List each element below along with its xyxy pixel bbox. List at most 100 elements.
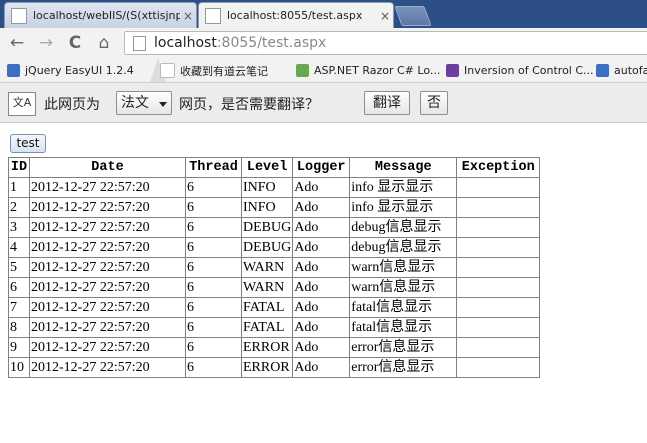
new-tab-button[interactable] (394, 6, 432, 26)
cell-level: DEBUG (240, 217, 294, 238)
table-row: 4 2012-12-27 22:57:20 6 DEBUG Ado debug信息显示 (8, 237, 541, 258)
bookmark-inversion-of-control[interactable]: Inversion of Control C... (446, 62, 594, 79)
test-button[interactable]: test (10, 134, 46, 153)
bookmark-autofac[interactable]: autofa (596, 62, 647, 79)
address-bar[interactable]: localhost:8055/test.aspx (124, 31, 647, 55)
cell-thread: 6 (185, 357, 242, 378)
cell-message: fatal信息显示 (349, 317, 458, 338)
cell-thread: 6 (185, 217, 242, 238)
cell-logger: Ado (292, 197, 351, 218)
tab-title: localhost:8055/test.aspx (227, 9, 363, 22)
cell-id: 7 (8, 297, 30, 318)
cell-logger: Ado (292, 337, 351, 358)
column-header-message: Message (349, 157, 458, 178)
bookmark-icon (7, 64, 20, 77)
cell-id: 8 (8, 317, 30, 338)
cell-level: INFO (240, 197, 294, 218)
cell-date: 2012-12-27 22:57:20 (29, 297, 186, 318)
translate-suffix-text: 网页，是否需要翻译？ (179, 97, 319, 113)
table-row: 2 2012-12-27 22:57:20 6 INFO Ado info 显示显示 (8, 197, 541, 218)
cell-thread: 6 (185, 337, 242, 358)
bookmark-jquery-easyui[interactable]: jQuery EasyUI 1.2.4 (7, 62, 134, 79)
cell-exception (456, 277, 541, 298)
cell-message: debug信息显示 (349, 217, 458, 238)
cell-date: 2012-12-27 22:57:20 (29, 337, 186, 358)
cell-logger: Ado (292, 237, 351, 258)
cell-thread: 6 (185, 277, 242, 298)
cell-exception (456, 257, 541, 278)
cell-level: WARN (240, 257, 294, 278)
bookmark-icon (296, 64, 309, 77)
translate-icon: 文A (8, 92, 36, 116)
language-select[interactable]: 法文 (116, 91, 172, 115)
cell-logger: Ado (292, 297, 351, 318)
column-header-logger: Logger (292, 157, 351, 178)
cell-exception (456, 217, 541, 238)
cell-date: 2012-12-27 22:57:20 (29, 197, 186, 218)
cell-date: 2012-12-27 22:57:20 (29, 177, 186, 198)
cell-id: 1 (8, 177, 30, 198)
tab-title: localhost/webIIS/(S(xttisjnpr (33, 9, 180, 22)
translate-prefix-text: 此网页为 (44, 97, 100, 113)
table-row: 9 2012-12-27 22:57:20 6 ERROR Ado error信息显示 (8, 337, 541, 358)
bookmark-aspnet-razor[interactable]: ASP.NET Razor C# Lo... (296, 62, 440, 79)
column-header-exception: Exception (456, 157, 541, 178)
cell-id: 2 (8, 197, 30, 218)
cell-exception (456, 177, 541, 198)
cell-id: 9 (8, 337, 30, 358)
cell-message: info 显示显示 (349, 177, 458, 198)
translate-button[interactable]: 翻译 (364, 91, 410, 115)
table-row: 3 2012-12-27 22:57:20 6 DEBUG Ado debug信息显示 (8, 217, 541, 238)
cell-logger: Ado (292, 317, 351, 338)
close-icon[interactable]: × (377, 9, 393, 23)
cell-thread: 6 (185, 197, 242, 218)
table-row: 1 2012-12-27 22:57:20 6 INFO Ado info 显示显示 (8, 177, 541, 198)
page-content: test ID Date Thread Level Logger Message… (0, 123, 647, 443)
cell-date: 2012-12-27 22:57:20 (29, 277, 186, 298)
cell-level: INFO (240, 177, 294, 198)
cell-id: 10 (8, 357, 30, 378)
tab-webiis[interactable]: localhost/webIIS/(S(xttisjnpr × (4, 2, 197, 28)
table-row: 10 2012-12-27 22:57:20 6 ERROR Ado error信息显示 (8, 357, 541, 378)
cell-date: 2012-12-27 22:57:20 (29, 257, 186, 278)
cell-message: error信息显示 (349, 357, 458, 378)
cell-level: FATAL (240, 317, 294, 338)
cell-message: debug信息显示 (349, 237, 458, 258)
cell-thread: 6 (185, 177, 242, 198)
cell-logger: Ado (292, 217, 351, 238)
cell-level: FATAL (240, 297, 294, 318)
chevron-down-icon (159, 102, 167, 107)
bookmark-label: jQuery EasyUI 1.2.4 (25, 64, 134, 77)
cell-thread: 6 (185, 317, 242, 338)
back-arrow-icon[interactable]: ← (6, 32, 28, 54)
bookmarks-bar: jQuery EasyUI 1.2.4 收藏到有道云笔记 ASP.NET Raz… (0, 58, 647, 83)
cell-id: 3 (8, 217, 30, 238)
cell-message: warn信息显示 (349, 277, 458, 298)
cell-message: fatal信息显示 (349, 297, 458, 318)
cell-message: info 显示显示 (349, 197, 458, 218)
translate-infobar: 文A 此网页为 法文 网页，是否需要翻译？ 翻译 否 (0, 83, 647, 123)
cell-exception (456, 197, 541, 218)
cell-level: DEBUG (240, 237, 294, 258)
table-row: 8 2012-12-27 22:57:20 6 FATAL Ado fatal信息显示 (8, 317, 541, 338)
reload-icon[interactable]: C (64, 32, 86, 54)
home-icon[interactable]: ⌂ (93, 32, 115, 54)
bookmark-label: ASP.NET Razor C# Lo... (314, 64, 441, 77)
cell-date: 2012-12-27 22:57:20 (29, 237, 186, 258)
cell-logger: Ado (292, 277, 351, 298)
no-translate-button[interactable]: 否 (420, 91, 448, 115)
close-icon[interactable]: × (180, 9, 196, 23)
cell-message: error信息显示 (349, 337, 458, 358)
forward-arrow-icon[interactable]: → (35, 32, 57, 54)
column-header-id: ID (8, 157, 30, 178)
cell-logger: Ado (292, 177, 351, 198)
page-favicon-icon (11, 7, 27, 24)
bookmark-label: 收藏到有道云笔记 (180, 64, 268, 78)
table-row: 7 2012-12-27 22:57:20 6 FATAL Ado fatal信息显示 (8, 297, 541, 318)
address-url: localhost:8055/test.aspx (154, 35, 326, 51)
table-row: 6 2012-12-27 22:57:20 6 WARN Ado warn信息显示 (8, 277, 541, 298)
table-header-row: ID Date Thread Level Logger Message Exce… (8, 157, 541, 178)
cell-thread: 6 (185, 297, 242, 318)
tab-test-aspx[interactable]: localhost:8055/test.aspx × (198, 2, 394, 28)
bookmark-youdao[interactable]: 收藏到有道云笔记 (160, 62, 268, 79)
